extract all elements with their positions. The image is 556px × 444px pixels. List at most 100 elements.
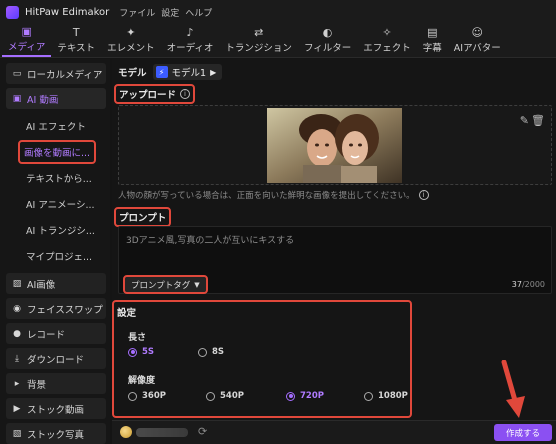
app-logo [6, 5, 19, 19]
tab-element[interactable]: ✦ エレメント [101, 23, 161, 57]
radio-selected-icon [286, 391, 295, 401]
tab-text[interactable]: T テキスト [51, 23, 101, 57]
create-button[interactable]: 作成する [494, 424, 552, 441]
stock-photo-icon: ▧ [12, 428, 22, 439]
tab-media[interactable]: ▣ メディア [2, 23, 52, 57]
sidebar-sub-text-to-video[interactable]: テキストから... [4, 165, 106, 191]
info-icon[interactable]: i [418, 190, 429, 200]
tab-label: メディア [8, 41, 46, 53]
edit-icon[interactable]: ✎ [520, 114, 529, 127]
sidebar-item-local-media[interactable]: ▭ ローカルメディア [6, 63, 106, 84]
tab-label: テキスト [57, 42, 96, 54]
length-option-5s[interactable]: 5S [128, 347, 154, 357]
resolution-option-540p[interactable]: 540P [206, 391, 244, 401]
radio-icon [198, 347, 207, 357]
sidebar-item-record[interactable]: ● レコード [6, 323, 106, 344]
char-max: /2000 [521, 280, 545, 289]
length-option-label: 5S [142, 347, 155, 357]
sidebar-sub-ai-transition[interactable]: AI トランジシ... [4, 217, 106, 243]
subtitle-icon: ▤ [427, 25, 438, 39]
refresh-icon[interactable]: ⟳ [198, 425, 207, 438]
stock-video-icon: ▶ [13, 403, 21, 414]
resolution-option-label: 1080P [378, 391, 408, 401]
resolution-option-label: 540P [220, 391, 244, 401]
tab-label: トランジション [225, 42, 292, 54]
sidebar-sub-my-projects[interactable]: マイプロジェ... [4, 243, 106, 269]
upload-area[interactable]: ✎ 🗑 [118, 105, 552, 185]
element-icon: ✦ [126, 25, 136, 39]
resolution-option-label: 720P [300, 391, 324, 401]
model-value: モデル1 [171, 68, 207, 79]
sidebar-item-background[interactable]: ▸ 背景 [6, 373, 106, 394]
sidebar-sub-image-to-video-label: 画像を動画に... [17, 140, 97, 164]
sidebar-item-stock-video[interactable]: ▶ ストック動画 [6, 398, 106, 419]
coin-icon [120, 426, 132, 438]
sidebar-sub-ai-animation[interactable]: AI アニメーシ... [4, 191, 106, 217]
model-label: モデル [118, 68, 147, 79]
sidebar-item-stock-photo[interactable]: ▧ ストック写真 [6, 423, 106, 444]
model-selector[interactable]: ⚡ モデル1 ▶ [152, 64, 223, 80]
sidebar-item-download[interactable]: ⤓ ダウンロード [6, 348, 106, 369]
sidebar-sub-ai-effect[interactable]: AI エフェクト [4, 113, 106, 139]
resolution-option-label: 360P [142, 391, 166, 401]
radio-icon [206, 391, 215, 401]
face-swap-icon: ◉ [13, 303, 21, 314]
sidebar-item-label: フェイススワップ [27, 304, 103, 316]
length-option-8s[interactable]: 8S [198, 347, 224, 357]
bottom-bar: ⟳ 作成する [112, 420, 556, 444]
length-option-label: 8S [212, 347, 225, 357]
ai-video-icon: ▣ [12, 93, 22, 104]
background-icon: ▸ [14, 378, 20, 389]
prompt-tag-button[interactable]: プロンプトタグ ▼ [123, 275, 208, 294]
resolution-option-720p[interactable]: 720P [286, 391, 324, 401]
lightning-icon: ⚡ [155, 66, 168, 78]
settings-panel: 設定 長さ 5S 8S 解像度 360P 540P 720P 1080P [112, 300, 412, 418]
resolution-option-1080p[interactable]: 1080P [364, 391, 408, 401]
sidebar-item-face-swap[interactable]: ◉ フェイススワップ [6, 298, 106, 319]
tab-effect[interactable]: ✧ エフェクト [357, 23, 417, 57]
tab-avatar[interactable]: ☺ AIアバター [448, 23, 507, 57]
menu-settings[interactable]: 設定 [161, 6, 179, 19]
annotation-arrow-icon [501, 360, 525, 418]
sidebar-item-label: 背景 [27, 379, 47, 391]
resolution-label: 解像度 [128, 376, 156, 386]
sidebar-item-ai-video[interactable]: ▣ AI 動画 [6, 88, 106, 109]
menu-help[interactable]: ヘルプ [185, 6, 212, 19]
sidebar: ▭ ローカルメディア ▣ AI 動画 AI エフェクト 画像を動画に... テキ… [0, 59, 110, 444]
menu-file[interactable]: ファイル [119, 6, 155, 19]
chevron-right-icon: ▶ [210, 67, 217, 77]
radio-icon [128, 391, 137, 401]
trash-icon[interactable]: 🗑 [531, 114, 545, 127]
effect-icon: ✧ [382, 25, 392, 39]
sidebar-sub-image-to-video[interactable]: 画像を動画に... [4, 139, 106, 165]
sidebar-item-label: ローカルメディア [27, 69, 103, 81]
tab-audio[interactable]: ♪ オーディオ [161, 23, 220, 57]
upload-hint-text: 人物の顔が写っている場合は、正面を向いた鮮明な画像を提出してください。 [118, 191, 415, 201]
resolution-option-360p[interactable]: 360P [128, 391, 166, 401]
tab-label: 字幕 [422, 42, 442, 54]
avatar-icon: ☺ [471, 25, 483, 39]
text-icon: T [72, 25, 80, 39]
sidebar-item-ai-image[interactable]: ▨ AI画像 [6, 273, 106, 294]
prompt-title: プロンプト [113, 207, 172, 227]
tab-label: エフェクト [363, 42, 411, 54]
upload-title-text: アップロード [119, 90, 177, 101]
radio-icon [364, 391, 373, 401]
filter-icon: ◐ [322, 25, 333, 39]
model-row: モデル ⚡ モデル1 ▶ [118, 63, 223, 81]
prompt-text: 3Dアニメ風,写真の二人が互いにキスする [126, 236, 295, 246]
tab-filter[interactable]: ◐ フィルター [298, 23, 357, 57]
tab-label: エレメント [107, 42, 155, 54]
sidebar-item-label: AI 動画 [27, 94, 59, 106]
main-panel: モデル ⚡ モデル1 ▶ アップロード i ✎ 🗑 人物の顔が写っている場合は、… [112, 59, 556, 444]
info-icon[interactable]: i [180, 89, 191, 99]
sidebar-item-label: ダウンロード [27, 354, 85, 366]
prompt-title-text: プロンプト [119, 213, 167, 224]
tab-transition[interactable]: ⇄ トランジション [219, 23, 298, 57]
tab-label: フィルター [303, 42, 352, 54]
tab-label: AIアバター [453, 42, 501, 54]
app-title: HitPaw Edimakor [25, 6, 110, 18]
sidebar-item-label: ストック動画 [27, 404, 85, 416]
tab-subtitle[interactable]: ▤ 字幕 [417, 23, 448, 57]
prompt-textarea[interactable]: 3Dアニメ風,写真の二人が互いにキスする プロンプトタグ ▼ 37/2000 [118, 226, 552, 294]
